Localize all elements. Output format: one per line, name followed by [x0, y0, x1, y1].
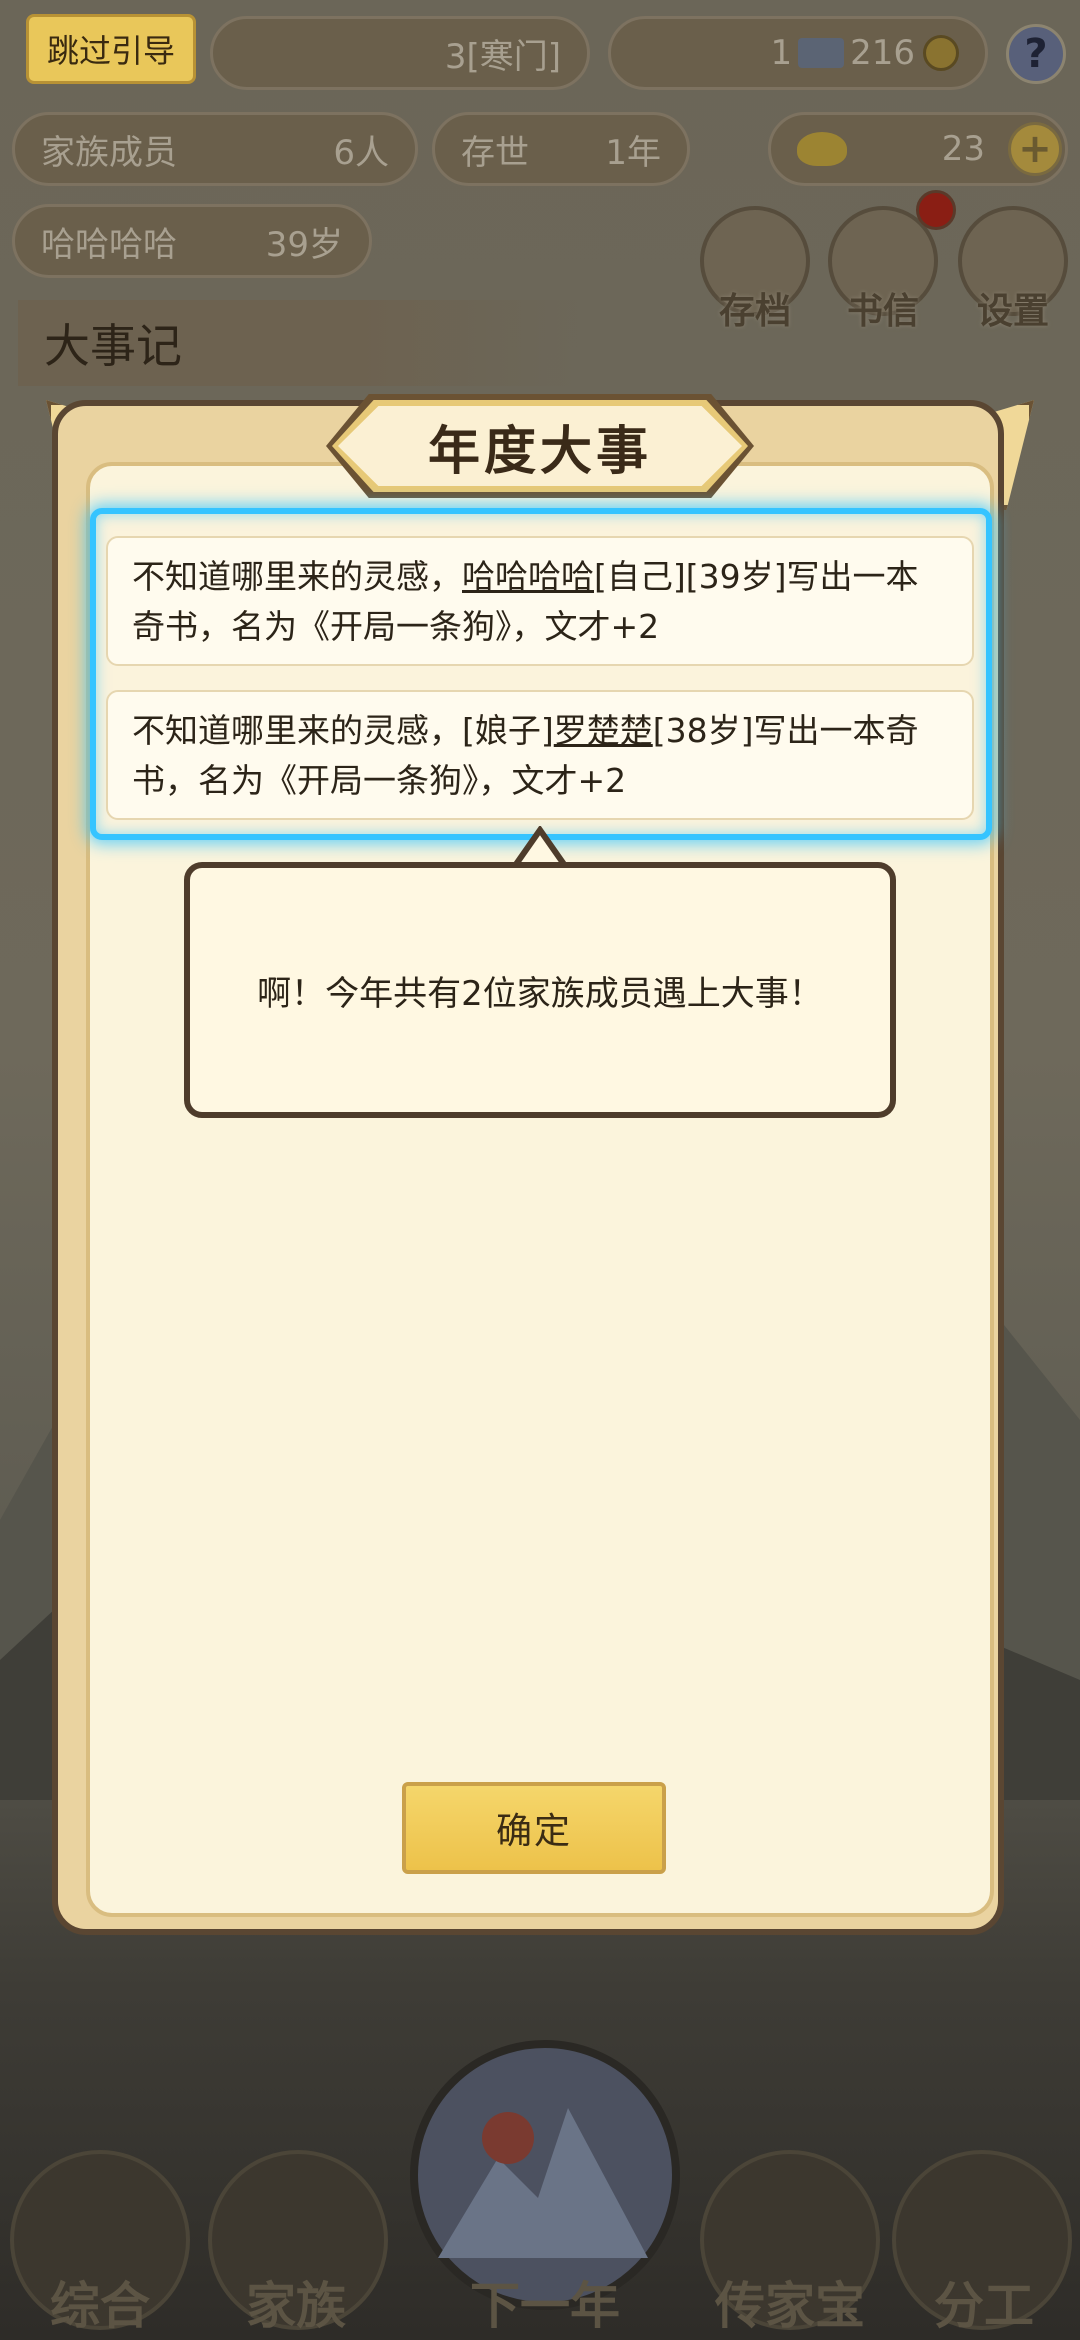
leader-pill: 哈哈哈哈 39岁 — [12, 204, 372, 278]
add-gold-button[interactable]: + — [1008, 122, 1062, 176]
gold-ingot-icon — [797, 132, 847, 166]
event-card: 不知道哪里来的灵感，哈哈哈哈[自己][39岁]写出一本奇书，名为《开局一条狗》，… — [106, 536, 974, 666]
family-members-pill: 家族成员 6人 — [12, 112, 418, 186]
currency-pill: 1 216 — [608, 16, 988, 90]
help-button[interactable]: ? — [1006, 24, 1066, 84]
family-rank-pill: 3[寒门] — [210, 16, 590, 90]
settings-label: 设置 — [976, 291, 1049, 332]
coin-value: 216 — [850, 33, 915, 73]
survive-pill: 存世 1年 — [432, 112, 690, 186]
family-members-count: 6人 — [333, 132, 389, 173]
leader-name: 哈哈哈哈 — [41, 224, 177, 265]
survive-value: 1年 — [605, 132, 661, 173]
nav-family-label: 家族 — [246, 2277, 346, 2335]
nav-overview-label: 综合 — [50, 2277, 150, 2335]
guide-bubble-text: 啊！今年共有2位家族成员遇上大事！ — [257, 973, 823, 1014]
event-member-tag: [娘子] — [462, 711, 554, 750]
confirm-button[interactable]: 确定 — [402, 1782, 666, 1874]
nav-next-year-label: 下一年 — [470, 2277, 620, 2335]
event-member-name[interactable]: 哈哈哈哈 — [462, 557, 594, 596]
nav-heirloom-label: 传家宝 — [715, 2277, 865, 2335]
silver-value: 1 — [770, 33, 793, 73]
family-rank-text: 3[寒门] — [444, 36, 561, 77]
event-prefix: 不知道哪里来的灵感， — [132, 557, 462, 596]
guide-speech-bubble: 啊！今年共有2位家族成员遇上大事！ — [184, 862, 896, 1118]
leader-age: 39岁 — [265, 224, 343, 265]
nav-division-label: 分工 — [934, 2277, 1034, 2335]
silver-ingot-icon — [798, 38, 845, 68]
mountain-icon — [438, 2108, 648, 2258]
section-title: 大事记 — [18, 300, 578, 386]
modal-title: 年度大事 — [338, 406, 742, 486]
archive-label: 存档 — [718, 291, 791, 332]
event-member-name[interactable]: 罗楚楚 — [554, 711, 653, 750]
letter-label: 书信 — [846, 291, 919, 332]
skip-guide-button[interactable]: 跳过引导 — [26, 14, 196, 84]
survive-label: 存世 — [461, 132, 529, 173]
notification-dot — [916, 190, 956, 230]
event-prefix: 不知道哪里来的灵感， — [132, 711, 462, 750]
gold-value: 23 — [941, 129, 985, 169]
family-members-label: 家族成员 — [41, 132, 177, 173]
coin-icon — [923, 35, 959, 71]
event-card: 不知道哪里来的灵感，[娘子]罗楚楚[38岁]写出一本奇书，名为《开局一条狗》，文… — [106, 690, 974, 820]
